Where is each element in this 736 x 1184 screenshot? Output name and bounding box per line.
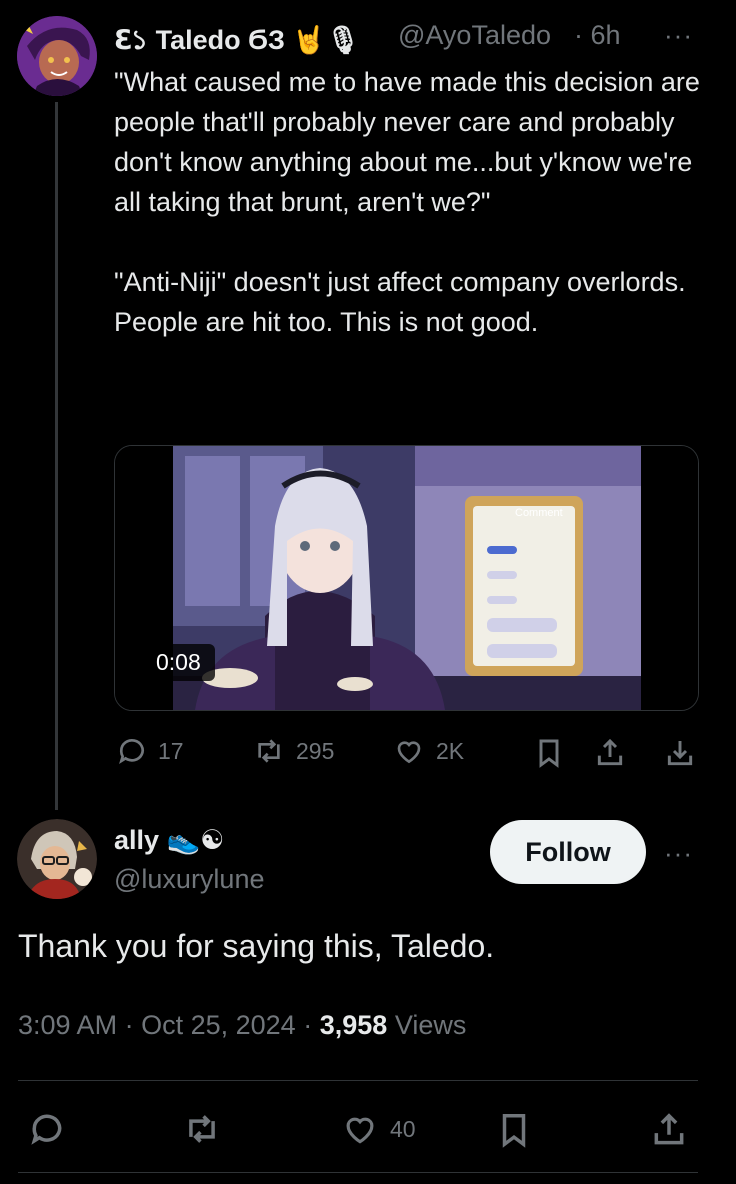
more-options-icon[interactable]: ··· (664, 838, 693, 869)
download-icon (667, 741, 693, 766)
repost-button[interactable]: 295 (252, 735, 334, 767)
display-name[interactable]: ℇ১ Taledo ϬЗ 🤘🎙 (114, 20, 360, 65)
divider (18, 1172, 698, 1173)
like-icon (397, 741, 421, 764)
reply-text: Thank you for saying this, Taledo. (18, 928, 495, 964)
video-duration-badge: 0:08 (142, 644, 215, 681)
like-count: 40 (390, 1115, 416, 1142)
avatar-taledo[interactable] (17, 16, 97, 96)
bookmark-icon (539, 739, 559, 768)
download-button[interactable] (664, 736, 696, 775)
display-name[interactable]: ally 👟☯ (114, 824, 224, 856)
tweet-date[interactable]: Oct 25, 2024 (141, 1010, 296, 1040)
timestamp[interactable]: · 6h (574, 20, 621, 51)
reply-count: 17 (158, 737, 184, 764)
tweet-text: "What caused me to have made this decisi… (114, 67, 700, 337)
meta-separator: · (124, 1010, 134, 1040)
thread-line (55, 102, 58, 810)
like-icon (346, 1117, 374, 1144)
repost-icon (189, 1115, 215, 1143)
more-options-icon[interactable]: ··· (664, 20, 693, 51)
share-icon (654, 1113, 684, 1145)
repost-icon (258, 739, 280, 763)
bookmark-button[interactable] (533, 736, 565, 775)
handle[interactable]: @luxurylune (114, 864, 264, 895)
tweet-meta: 3:09 AM · Oct 25, 2024 · 3,958 Views (18, 1010, 466, 1041)
like-button[interactable]: 2K (392, 735, 464, 767)
repost-button[interactable] (182, 1110, 222, 1153)
divider (18, 1080, 698, 1081)
like-button[interactable]: 40 (340, 1110, 416, 1148)
follow-button[interactable]: Follow (490, 820, 646, 884)
avatar-ally[interactable] (17, 819, 97, 899)
reply-button[interactable]: 17 (116, 735, 184, 767)
reply-button[interactable] (28, 1110, 66, 1153)
handle[interactable]: @AyoTaledo (398, 20, 551, 51)
meta-separator: · (303, 1010, 313, 1040)
share-button[interactable] (650, 1110, 688, 1155)
like-count: 2K (436, 737, 465, 764)
share-icon (597, 738, 623, 766)
repost-count: 295 (296, 737, 335, 764)
reply-icon (31, 1114, 62, 1145)
share-button[interactable] (594, 736, 626, 775)
views-label: Views (394, 1010, 467, 1040)
views-count: 3,958 (319, 1010, 388, 1040)
tweet-time[interactable]: 3:09 AM (18, 1010, 117, 1040)
video-overlay-text: Comment (515, 507, 563, 519)
reply-icon (119, 739, 144, 764)
bookmark-icon (502, 1114, 526, 1148)
bookmark-button[interactable] (495, 1110, 533, 1155)
